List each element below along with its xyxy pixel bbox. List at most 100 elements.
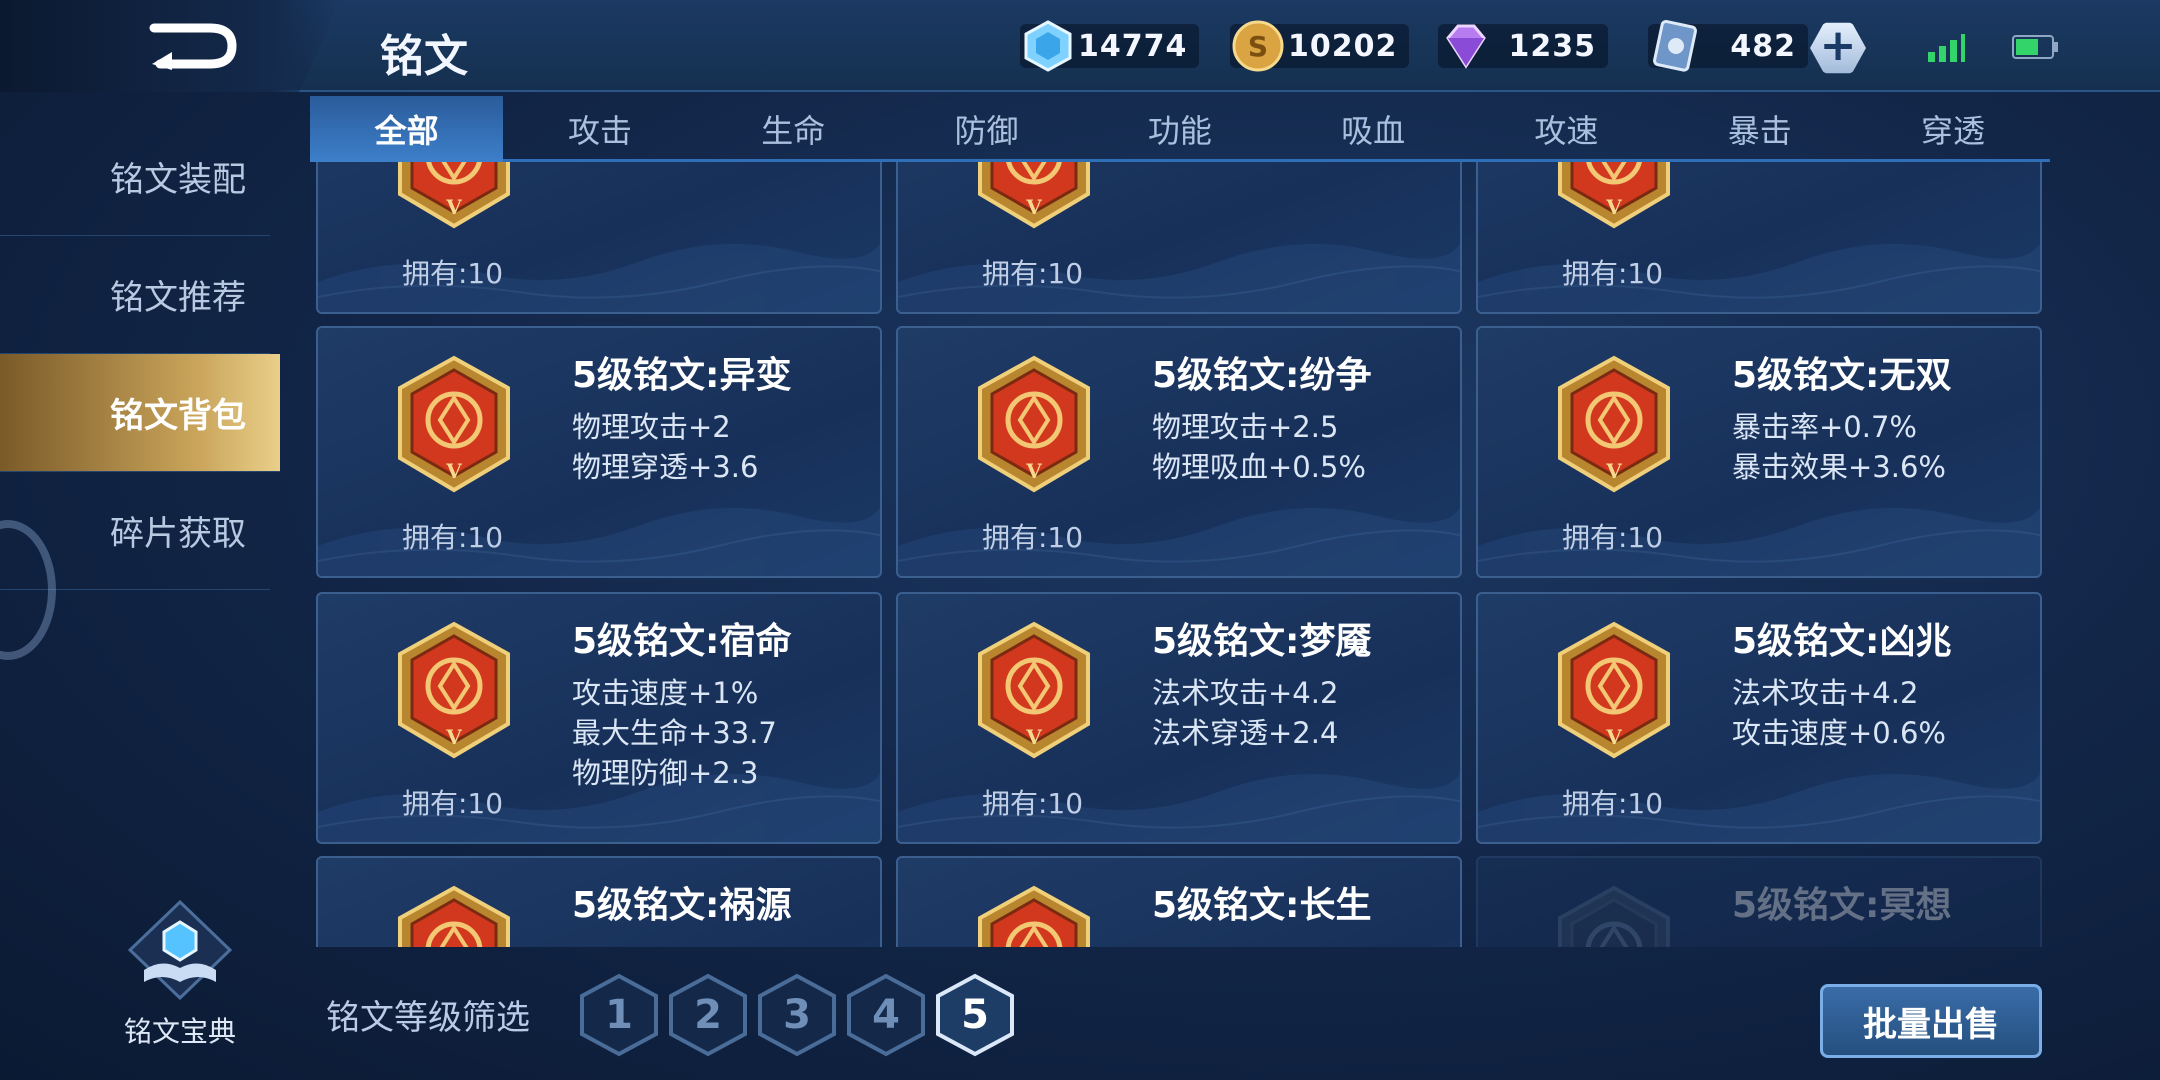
gem-count: 1235	[1508, 28, 1596, 64]
card-currency: 482	[1648, 19, 1808, 72]
inscription-list[interactable]: V 物理攻击+3.2拥有:10 V 法术攻击+5.3拥有:10	[316, 162, 2046, 947]
inscription-stat: 暴击率+0.7%	[1732, 410, 1917, 444]
codex-label: 铭文宝典	[123, 1015, 236, 1048]
tab-attack[interactable]: 攻击	[503, 96, 696, 162]
inscription-stat: 法术攻击+4.2	[1152, 676, 1339, 710]
owned-count: 拥有:10	[982, 257, 1084, 290]
tab-all[interactable]: 全部	[310, 96, 504, 162]
owned-count: 拥有:10	[402, 787, 504, 820]
category-tabs: 全部 攻击 生命 防御 功能 吸血 攻速 暴击 穿透	[310, 96, 2050, 162]
level-filter-label: 铭文等级筛选	[326, 998, 530, 1038]
sidebar-item-recommend[interactable]: 铭文推荐	[0, 236, 270, 354]
tab-defense[interactable]: 防御	[890, 96, 1083, 162]
nightmare-rune-icon: V	[974, 620, 1094, 760]
fate-rune-icon: V	[394, 620, 514, 760]
owned-count: 拥有:10	[1562, 787, 1664, 820]
inscription-name: 5级铭文:凶兆	[1732, 621, 1952, 662]
inscription-stat: 攻击速度+1%	[572, 676, 759, 710]
svg-text:V: V	[445, 725, 462, 749]
gold-count: 10202	[1288, 28, 1398, 64]
card-count: 482	[1730, 28, 1796, 64]
calamity-rune-icon: V	[394, 884, 514, 947]
inscription-stat: 法术穿透+2.4	[1152, 716, 1339, 750]
owned-count: 拥有:10	[402, 521, 504, 554]
inscription-codex-button[interactable]: 铭文宝典	[120, 899, 240, 1050]
inscription-card[interactable]: V 5级铭文:祸源	[316, 856, 882, 947]
owned-count: 拥有:10	[1562, 521, 1664, 554]
back-button[interactable]	[0, 0, 340, 92]
svg-text:V: V	[1605, 725, 1622, 749]
inscription-stat: 法术攻击+4.2	[1732, 676, 1919, 710]
inscription-stat: 物理攻击+2	[572, 410, 731, 444]
level-filter-4[interactable]: 4	[843, 972, 929, 1058]
sidebar-item-equip[interactable]: 铭文装配	[0, 118, 270, 236]
top-bar: 铭文 14774 S 10202 1235 482 +	[0, 0, 2160, 92]
diamond-currency: 14774	[1020, 20, 1200, 72]
level-filter-1[interactable]: 1	[576, 972, 662, 1058]
bulk-sell-button[interactable]: 批量出售	[1820, 984, 2042, 1058]
plus-icon: +	[1819, 20, 1857, 71]
owned-count: 拥有:10	[982, 521, 1084, 554]
inscription-name: 5级铭文:纷争	[1152, 355, 1372, 396]
inscription-stat: 物理防御+2.3	[572, 756, 759, 790]
inscription-stat: 物理穿透+3.6	[572, 450, 759, 484]
svg-text:S: S	[1248, 30, 1268, 63]
purple-gem-icon	[1446, 24, 1486, 69]
sidebar-item-backpack[interactable]: 铭文背包	[0, 354, 280, 472]
inscription-name: 5级铭文:无双	[1732, 355, 1952, 396]
inscription-card[interactable]: V 5级铭文:异变物理攻击+2 物理穿透+3.6 拥有:10	[316, 326, 882, 578]
add-currency-button[interactable]: +	[1810, 20, 1866, 74]
svg-text:V: V	[445, 459, 462, 483]
strife-rune-icon: V	[974, 354, 1094, 494]
tab-attack-speed[interactable]: 攻速	[1470, 96, 1663, 162]
inscription-name: 5级铭文:异变	[572, 355, 792, 396]
level-filter-5[interactable]: 5	[932, 972, 1018, 1058]
inscription-name: 5级铭文:祸源	[572, 885, 792, 926]
battery-icon	[2012, 35, 2058, 59]
sidebar: 铭文装配 铭文推荐 铭文背包 碎片获取	[0, 118, 280, 590]
gold-coin-icon: S	[1232, 20, 1284, 72]
owned-count: 拥有:10	[982, 787, 1084, 820]
gem-currency: 1235	[1438, 24, 1608, 69]
page-title: 铭文	[380, 31, 468, 82]
inscription-card[interactable]: V 5级铭文:冥想	[1476, 856, 2042, 947]
tab-lifesteal[interactable]: 吸血	[1276, 96, 1469, 162]
tab-penetration[interactable]: 穿透	[1856, 96, 2049, 162]
svg-text:V: V	[1025, 195, 1042, 219]
inscription-card-icon	[1653, 19, 1697, 72]
book-crystal-icon	[127, 899, 233, 1001]
svg-text:V: V	[1605, 195, 1622, 219]
gold-currency: S 10202	[1230, 20, 1410, 72]
inscription-stat: 物理攻击+2.5	[1152, 410, 1339, 444]
inscription-card[interactable]: V 5级铭文:长生	[896, 856, 1462, 947]
tab-utility[interactable]: 功能	[1083, 96, 1276, 162]
inscription-card[interactable]: V 5级铭文:梦魇法术攻击+4.2 法术穿透+2.4 拥有:10	[896, 592, 1462, 844]
svg-text:V: V	[445, 195, 462, 219]
inscription-card[interactable]: V 5级铭文:无双 暴击率+0.7% 暴击效果+3.6% 拥有:10	[1476, 326, 2042, 578]
svg-text:V: V	[1025, 459, 1042, 483]
inscription-name: 5级铭文:梦魇	[1152, 621, 1372, 662]
pillar-rune-icon: V	[394, 162, 514, 230]
inscription-stat: 最大生命+33.7	[572, 716, 777, 750]
inscription-card[interactable]: V 物理攻击+3.2拥有:10	[316, 162, 882, 314]
inscription-card[interactable]: V 5级铭文:纷争 物理攻击+2.5 物理吸血+0.5% 拥有:10	[896, 326, 1462, 578]
level-filter-2[interactable]: 2	[665, 972, 751, 1058]
inscription-card[interactable]: V 攻击速度+1.6%暴击率+0.5%拥有:10	[1476, 162, 2042, 314]
level-filter-3[interactable]: 3	[754, 972, 840, 1058]
inscription-card[interactable]: V 5级铭文:凶兆法术攻击+4.2 攻击速度+0.6% 拥有:10	[1476, 592, 2042, 844]
inscription-name: 5级铭文:长生	[1152, 885, 1372, 926]
longevity-rune-icon: V	[974, 884, 1094, 947]
tab-critical[interactable]: 暴击	[1663, 96, 1856, 162]
mutation-rune-icon: V	[394, 354, 514, 494]
meditation-rune-icon: V	[1554, 884, 1674, 947]
inscription-card[interactable]: V 5级铭文:宿命攻击速度+1% 最大生命+33.7 物理防御+2.3 拥有:10	[316, 592, 882, 844]
owned-count: 拥有:10	[1562, 257, 1664, 290]
tab-health[interactable]: 生命	[697, 96, 890, 162]
ring-rune-icon: V	[1554, 162, 1674, 230]
inscription-card[interactable]: V 法术攻击+5.3拥有:10	[896, 162, 1462, 314]
diamond-count: 14774	[1078, 28, 1188, 64]
inscription-name: 5级铭文:宿命	[572, 621, 792, 662]
inscription-name: 5级铭文:冥想	[1732, 885, 1952, 926]
inscription-stat: 暴击效果+3.6%	[1732, 450, 1946, 484]
inscription-stat: 攻击速度+0.6%	[1732, 716, 1946, 750]
